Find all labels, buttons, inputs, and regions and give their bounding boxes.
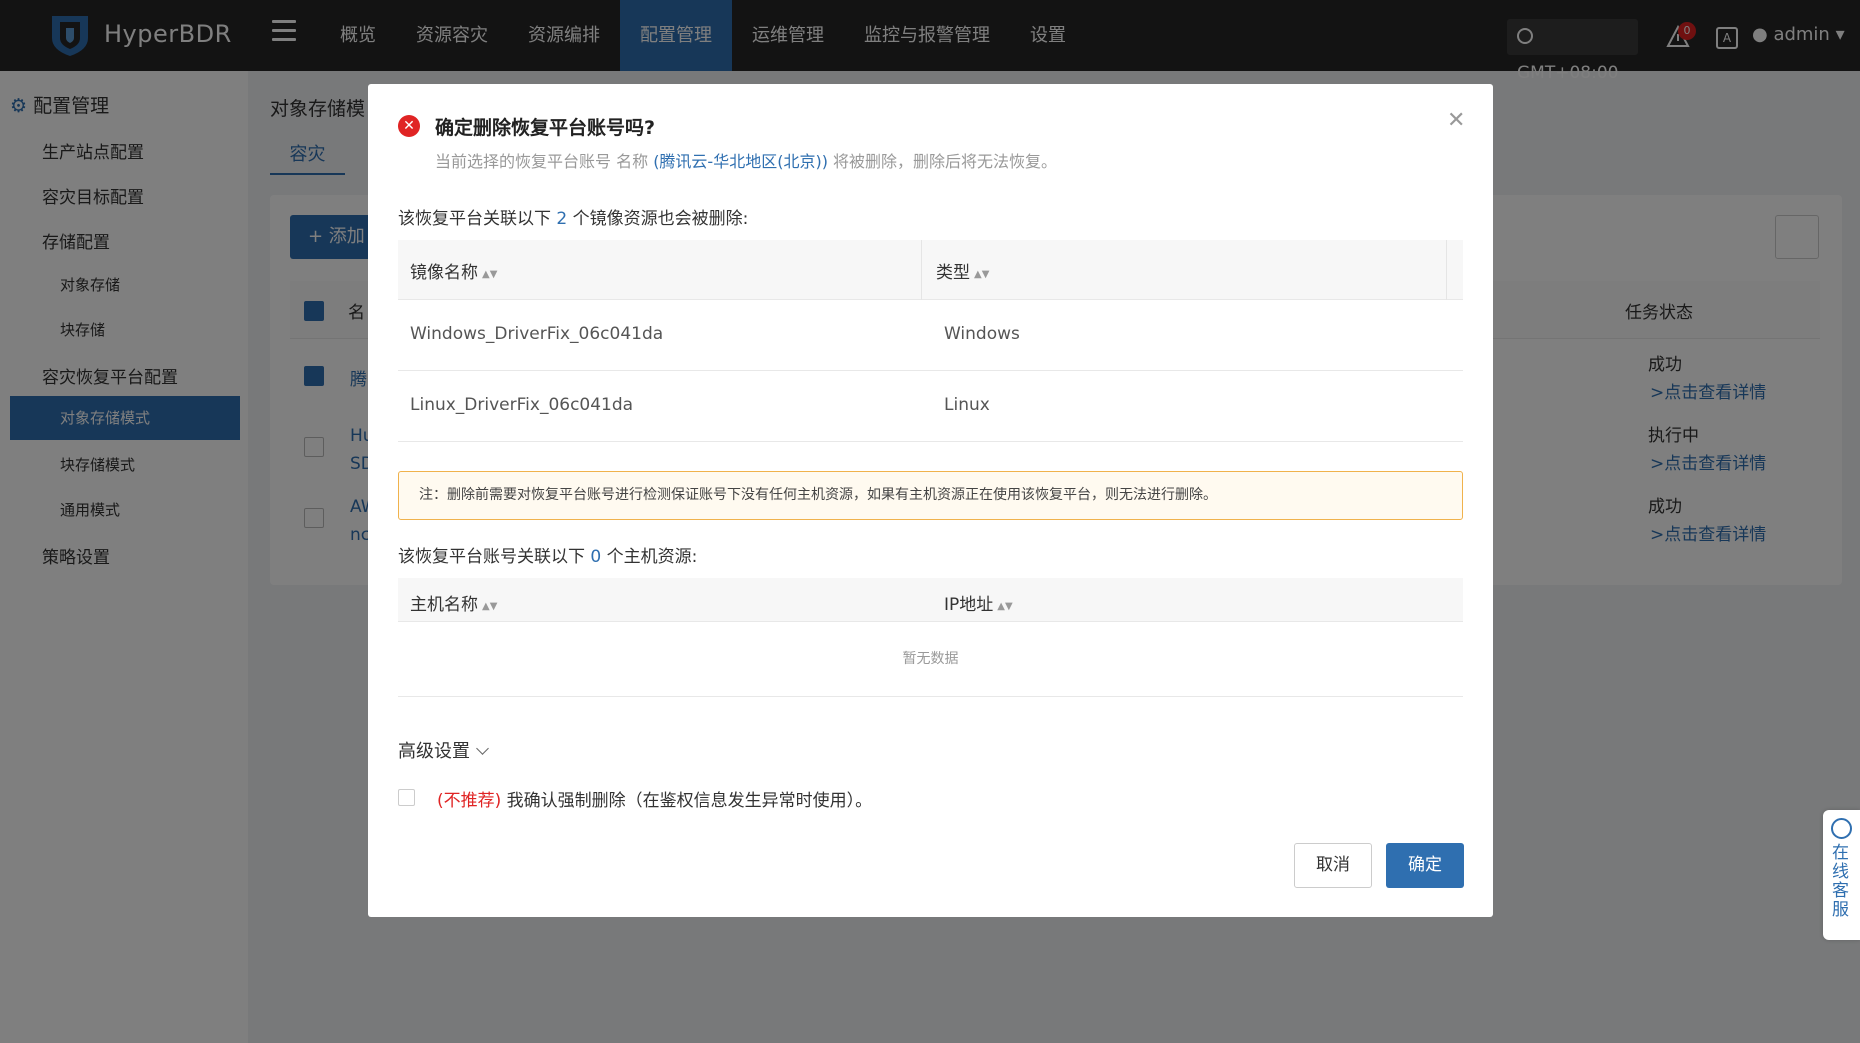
sort-icon: ▲▼ (482, 269, 498, 280)
account-name-link[interactable]: (腾讯云-华北地区(北京)) (653, 152, 828, 171)
chevron-down-icon (476, 742, 489, 755)
col-image-name[interactable]: 镜像名称 ▲▼ (410, 258, 497, 283)
sort-icon: ▲▼ (997, 601, 1013, 612)
online-service-label: 在线客服 (1832, 843, 1849, 920)
confirm-button[interactable]: 确定 (1386, 843, 1464, 888)
close-icon[interactable]: ✕ (1447, 108, 1465, 133)
image-type: Windows (944, 324, 1020, 344)
table-header: 镜像名称 ▲▼ 类型 ▲▼ (398, 240, 1463, 300)
image-name: Linux_DriverFix_06c041da (410, 395, 634, 415)
force-delete-label[interactable]: (不推荐) 我确认强制删除（在鉴权信息发生异常时使用）。 (437, 786, 872, 811)
headset-icon (1831, 818, 1852, 839)
online-service-tab[interactable]: 在线客服 (1823, 810, 1860, 940)
images-table: 镜像名称 ▲▼ 类型 ▲▼ Windows_DriverFix_06c041da W… (398, 240, 1463, 442)
empty-state: 暂无数据 (398, 622, 1463, 697)
hosts-table: 主机名称 ▲▼ IP地址 ▲▼ (398, 578, 1463, 622)
hosts-label: 该恢复平台账号关联以下 0 个主机资源: (398, 547, 698, 567)
advanced-settings-toggle[interactable]: 高级设置 (398, 737, 489, 763)
col-host-name[interactable]: 主机名称 ▲▼ (410, 590, 497, 615)
table-row: Linux_DriverFix_06c041da Linux (398, 371, 1463, 442)
table-header: 主机名称 ▲▼ IP地址 ▲▼ (398, 578, 1463, 622)
table-row: Windows_DriverFix_06c041da Windows (398, 300, 1463, 371)
dialog-description: 当前选择的恢复平台账号 名称 (腾讯云-华北地区(北京)) 将被删除，删除后将无… (435, 152, 1058, 171)
col-ip[interactable]: IP地址 ▲▼ (944, 590, 1013, 615)
force-delete-checkbox[interactable] (398, 789, 415, 806)
sort-icon: ▲▼ (974, 269, 990, 280)
delete-confirm-dialog: ✕ 确定删除恢复平台账号吗? 当前选择的恢复平台账号 名称 (腾讯云-华北地区(… (368, 84, 1493, 917)
cancel-button[interactable]: 取消 (1294, 843, 1372, 888)
images-label: 该恢复平台关联以下 2 个镜像资源也会被删除: (398, 209, 749, 229)
dialog-title: 确定删除恢复平台账号吗? (435, 117, 656, 139)
sort-icon: ▲▼ (482, 601, 498, 612)
image-type: Linux (944, 395, 990, 415)
image-name: Windows_DriverFix_06c041da (410, 324, 664, 344)
error-icon: ✕ (398, 115, 420, 137)
warning-note: 注：删除前需要对恢复平台账号进行检测保证账号下没有任何主机资源，如果有主机资源正… (398, 471, 1463, 520)
col-type[interactable]: 类型 ▲▼ (936, 258, 989, 283)
